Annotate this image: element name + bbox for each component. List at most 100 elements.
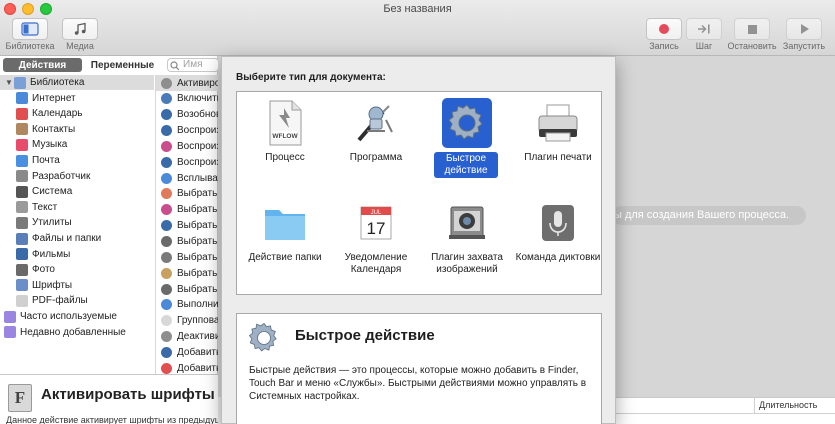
- action-list-item[interactable]: Выбрать: [156, 218, 218, 234]
- system-icon: [16, 185, 28, 198]
- action-icon: [161, 109, 172, 121]
- sidebar-item-fonts[interactable]: Шрифты: [0, 278, 154, 293]
- action-list-item[interactable]: Деактиви: [156, 329, 218, 345]
- play-icon: [800, 24, 809, 34]
- sidebar-item-label: Музыка: [32, 139, 68, 151]
- action-icon: [161, 299, 172, 311]
- action-list-item[interactable]: Воспроиз: [156, 154, 218, 170]
- camera-icon: [442, 198, 492, 248]
- action-icon: [161, 267, 172, 279]
- sidebar-item-photos[interactable]: Фото: [0, 262, 154, 277]
- folder-icon: [260, 198, 310, 248]
- mail-icon: [16, 154, 28, 167]
- workflow-hint: ы для создания Вашего процесса.: [612, 206, 806, 225]
- type-calendar-alarm[interactable]: JUL 17 Уведомление Календаря: [330, 194, 420, 294]
- sidebar-item-label: Фото: [32, 264, 55, 276]
- sidebar-item-calendar[interactable]: Календарь: [0, 106, 154, 121]
- action-list-item[interactable]: Активиро: [156, 75, 218, 91]
- type-quick-action[interactable]: Быстрое действие: [421, 94, 511, 194]
- action-list-item[interactable]: Выбрать: [156, 202, 218, 218]
- sidebar-item-label: Шрифты: [32, 279, 73, 291]
- record-button[interactable]: [646, 18, 682, 40]
- action-label: Выбрать: [177, 283, 218, 295]
- action-list-item[interactable]: Выполни: [156, 297, 218, 313]
- run-button[interactable]: [786, 18, 822, 40]
- action-list-item[interactable]: Всплыва: [156, 170, 218, 186]
- music-note-icon: [74, 22, 86, 35]
- sidebar-item-label: Календарь: [32, 108, 83, 120]
- action-label: Активиро: [177, 77, 218, 89]
- type-dictation-command[interactable]: Команда диктовки: [512, 194, 602, 294]
- record-icon: [659, 24, 669, 34]
- sidebar-item-pdf[interactable]: PDF-файлы: [0, 293, 154, 308]
- action-list-item[interactable]: Выбрать: [156, 186, 218, 202]
- action-icon: [161, 93, 172, 105]
- action-list-item[interactable]: Группова: [156, 313, 218, 329]
- tab-variables[interactable]: Переменные: [82, 58, 163, 72]
- fonts-icon: [16, 279, 28, 292]
- action-list-item[interactable]: Включить: [156, 91, 218, 107]
- action-list-item[interactable]: Выбрать: [156, 234, 218, 250]
- description-title: Активировать шрифты: [41, 386, 215, 403]
- sidebar-item-smart-folder[interactable]: Часто используемые: [0, 309, 154, 324]
- sidebar-item-system[interactable]: Система: [0, 184, 154, 199]
- sidebar-item-library[interactable]: ▼ Библиотека: [0, 75, 154, 90]
- tab-actions[interactable]: Действия: [3, 58, 82, 72]
- library-toggle-button[interactable]: [12, 18, 48, 40]
- action-label: Выбрать: [177, 188, 218, 200]
- sidebar-item-label: Файлы и папки: [32, 233, 102, 244]
- sidebar-item-text[interactable]: Текст: [0, 200, 154, 215]
- contacts-icon: [16, 123, 28, 136]
- sidebar-item-internet[interactable]: Интернет: [0, 91, 154, 106]
- search-icon: [170, 61, 180, 71]
- developer-icon: [16, 170, 28, 183]
- media-button-label: Медиа: [66, 41, 94, 51]
- detail-title: Быстрое действие: [295, 327, 435, 344]
- action-icon: [161, 236, 172, 247]
- sidebar-item-utilities[interactable]: Утилиты: [0, 215, 154, 230]
- type-application[interactable]: Программа: [330, 94, 420, 194]
- type-label: Команда диктовки: [515, 252, 601, 263]
- action-icon: [161, 204, 172, 216]
- sidebar-item-files[interactable]: Файлы и папки: [0, 231, 154, 246]
- library-segmented-control: Действия Переменные: [3, 58, 163, 72]
- action-list-item[interactable]: Выбрать: [156, 265, 218, 281]
- log-duration-column[interactable]: Длительность: [754, 397, 835, 414]
- disclosure-triangle-icon[interactable]: ▼: [4, 78, 14, 87]
- action-list-item[interactable]: Добавить: [156, 344, 218, 360]
- action-label: Выбрать: [177, 236, 218, 247]
- calendar-icon: JUL 17: [351, 198, 401, 248]
- step-button[interactable]: [686, 18, 722, 40]
- type-image-capture-plugin[interactable]: Плагин захвата изображений: [421, 194, 511, 294]
- action-list-item[interactable]: Добавить: [156, 360, 218, 374]
- sidebar-item-label: Текст: [32, 201, 58, 213]
- quick-action-gear-icon: [248, 322, 277, 352]
- action-label: Воспроиз: [177, 156, 218, 168]
- type-folder-action[interactable]: Действие папки: [239, 194, 329, 294]
- action-list-item[interactable]: Воспроиз: [156, 138, 218, 154]
- action-icon: [161, 172, 172, 184]
- action-icon: [161, 315, 172, 327]
- music-icon: [16, 138, 28, 151]
- stop-button[interactable]: [734, 18, 770, 40]
- log-table: [600, 414, 835, 424]
- sidebar-item-developer[interactable]: Разработчик: [0, 169, 154, 184]
- action-list-item[interactable]: Возобнов: [156, 107, 218, 123]
- pdf-icon: [16, 294, 28, 307]
- action-list-item[interactable]: Воспроиз: [156, 123, 218, 139]
- type-workflow[interactable]: WFLOW Процесс: [239, 94, 329, 194]
- action-list-item[interactable]: Выбрать: [156, 281, 218, 297]
- type-label: Уведомление Календаря: [344, 252, 408, 275]
- sidebar-item-smart-folder[interactable]: Недавно добавленные: [0, 325, 154, 340]
- action-label: Деактиви: [177, 331, 218, 343]
- action-icon: [161, 251, 172, 263]
- action-icon: [161, 188, 172, 200]
- sidebar-item-contacts[interactable]: Контакты: [0, 122, 154, 137]
- sidebar-item-music[interactable]: Музыка: [0, 137, 154, 152]
- type-print-plugin[interactable]: Плагин печати: [512, 94, 602, 194]
- action-list-item[interactable]: Выбрать: [156, 249, 218, 265]
- sidebar-item-mail[interactable]: Почта: [0, 153, 154, 168]
- document-type-grid: WFLOW Процесс Программа Быстрое действие…: [236, 91, 602, 295]
- media-button[interactable]: [62, 18, 98, 40]
- sidebar-item-movies[interactable]: Фильмы: [0, 247, 154, 262]
